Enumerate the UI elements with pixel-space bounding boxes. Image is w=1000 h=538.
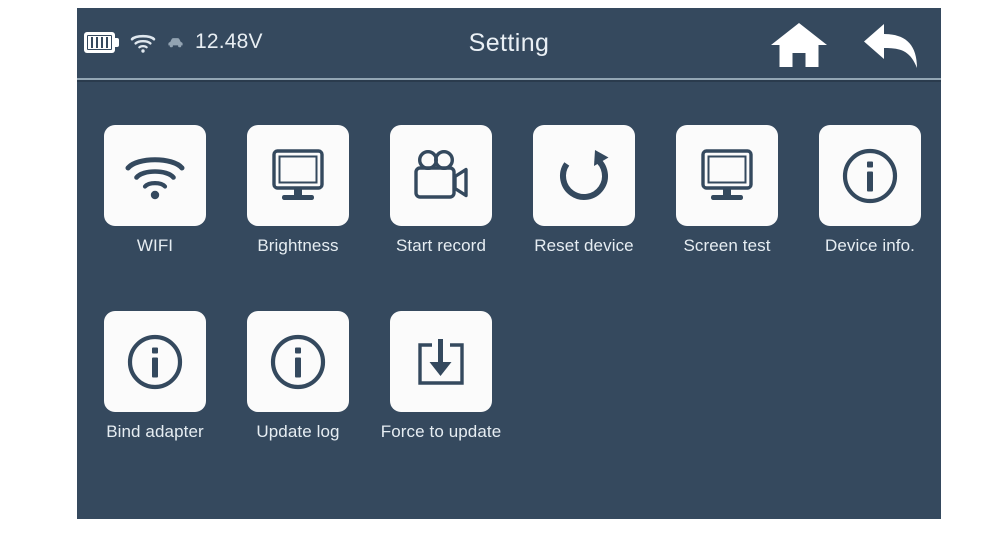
tile-brightness[interactable]: Brightness — [247, 125, 349, 256]
tile-label: Start record — [395, 236, 486, 255]
info-circle-icon — [127, 334, 183, 389]
tile-label: Device info. — [824, 236, 916, 255]
header-divider-shadow — [77, 80, 941, 82]
tile-label: Screen test — [683, 236, 771, 255]
monitor-icon — [701, 148, 753, 200]
tile-surface[interactable] — [676, 125, 778, 226]
tile-surface[interactable] — [819, 125, 921, 226]
device-screen: 12.48V Setting WIFI Brightness Start rec… — [77, 8, 941, 519]
home-icon[interactable] — [770, 22, 828, 68]
info-circle-icon — [842, 148, 898, 203]
tile-wifi[interactable]: WIFI — [104, 125, 206, 256]
tile-force-to-update[interactable]: Force to update — [381, 311, 501, 442]
tile-label: Force to update — [380, 422, 502, 441]
tile-surface[interactable] — [104, 125, 206, 226]
tile-surface[interactable] — [390, 125, 492, 226]
video-camera-icon — [414, 149, 468, 199]
tile-device-info[interactable]: Device info. — [819, 125, 921, 256]
tile-label: Update log — [256, 422, 340, 441]
tile-bind-adapter[interactable]: Bind adapter — [104, 311, 206, 442]
tile-surface[interactable] — [247, 125, 349, 226]
settings-row-2: Bind adapter Update log Force to update — [104, 311, 924, 442]
tile-update-log[interactable]: Update log — [247, 311, 349, 442]
wifi-icon — [125, 156, 185, 199]
tile-screen-test[interactable]: Screen test — [676, 125, 778, 256]
tile-surface[interactable] — [390, 311, 492, 412]
tile-surface[interactable] — [533, 125, 635, 226]
monitor-icon — [272, 148, 324, 200]
tile-surface[interactable] — [104, 311, 206, 412]
tile-surface[interactable] — [247, 311, 349, 412]
back-arrow-icon[interactable] — [862, 22, 920, 70]
tile-label: Brightness — [257, 236, 339, 255]
refresh-icon — [560, 149, 609, 200]
tile-start-record[interactable]: Start record — [390, 125, 492, 256]
tile-reset-device[interactable]: Reset device — [533, 125, 635, 256]
tile-label: Bind adapter — [106, 422, 204, 441]
download-box-icon — [418, 338, 464, 385]
status-header: 12.48V Setting — [77, 8, 941, 78]
settings-grid: WIFI Brightness Start record Reset devic… — [104, 125, 924, 442]
info-circle-icon — [270, 334, 326, 389]
settings-row-1: WIFI Brightness Start record Reset devic… — [104, 125, 924, 256]
tile-label: Reset device — [534, 236, 634, 255]
tile-label: WIFI — [136, 236, 174, 255]
